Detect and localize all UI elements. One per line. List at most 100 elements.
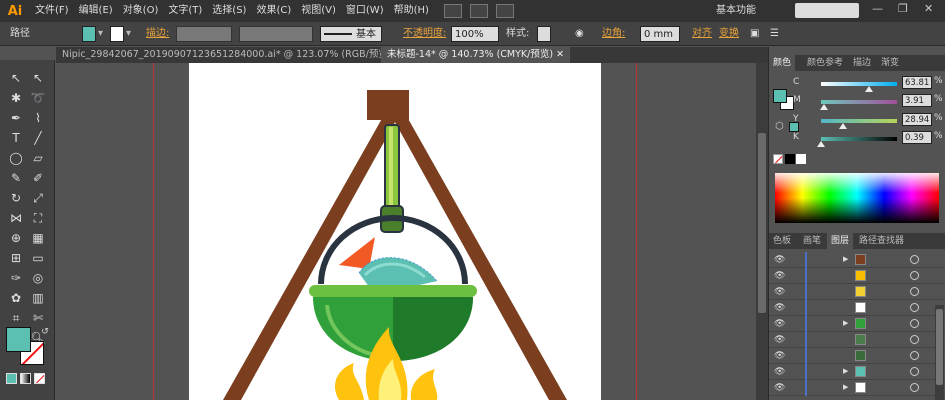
layer-row[interactable]: 👁︎ bbox=[769, 332, 945, 348]
ellipse-tool-icon[interactable]: ◯ bbox=[5, 148, 27, 168]
panel-fill-swatch[interactable] bbox=[773, 89, 787, 103]
eyedropper-icon[interactable]: ✑ bbox=[5, 268, 27, 288]
yellow-value-field[interactable]: 28.94 bbox=[902, 113, 932, 126]
target-icon[interactable] bbox=[910, 303, 919, 312]
tab-layers[interactable]: 图层 bbox=[827, 233, 854, 249]
brush-profile-dropdown[interactable]: 基本 bbox=[320, 26, 382, 42]
tab-color[interactable]: 颜色 bbox=[769, 55, 796, 71]
visibility-icon[interactable]: 👁︎ bbox=[774, 351, 785, 361]
layer-row[interactable]: 👁︎ ▶ bbox=[769, 316, 945, 332]
menu-help[interactable]: 帮助(H) bbox=[389, 0, 434, 22]
layer-row[interactable]: 👁︎ bbox=[769, 284, 945, 300]
opacity-field[interactable]: 100% bbox=[451, 26, 499, 42]
target-icon[interactable] bbox=[910, 383, 919, 392]
black-value-field[interactable]: 0.39 bbox=[902, 131, 932, 144]
target-icon[interactable] bbox=[910, 367, 919, 376]
type-tool-icon[interactable]: T bbox=[5, 128, 27, 148]
brush-icon[interactable] bbox=[495, 4, 514, 18]
magic-wand-icon[interactable]: ✱ bbox=[5, 88, 27, 108]
expand-icon[interactable]: ▶ bbox=[843, 367, 848, 375]
direct-selection-tool-icon[interactable]: ↖ bbox=[27, 68, 49, 88]
visibility-icon[interactable]: 👁︎ bbox=[774, 335, 785, 345]
bridge-icon[interactable] bbox=[443, 4, 462, 18]
align-link[interactable]: 对齐 bbox=[692, 26, 712, 42]
visibility-icon[interactable]: 👁︎ bbox=[774, 367, 785, 377]
layer-row[interactable]: 👁︎ ▶ bbox=[769, 252, 945, 268]
panel-menu-icon[interactable]: ☰ bbox=[770, 26, 779, 42]
eraser-icon[interactable]: ▱ bbox=[27, 148, 49, 168]
stroke-swatch[interactable] bbox=[110, 26, 124, 42]
magenta-value-field[interactable]: 3.91 bbox=[902, 94, 932, 107]
slider-handle[interactable] bbox=[817, 141, 826, 147]
variable-width-field[interactable] bbox=[239, 26, 313, 42]
fill-swatch[interactable] bbox=[82, 26, 96, 42]
menu-type[interactable]: 文字(T) bbox=[163, 0, 207, 22]
stroke-dropdown-icon[interactable]: ▾ bbox=[126, 26, 131, 42]
layer-row[interactable]: 👁︎ bbox=[769, 348, 945, 364]
visibility-icon[interactable]: 👁︎ bbox=[774, 255, 785, 265]
slider-yellow[interactable]: Y 28.94 % bbox=[769, 112, 945, 130]
layer-row[interactable]: 👁︎ bbox=[769, 268, 945, 284]
tab-document-1[interactable]: Nipic_29842067_20190907123651284000.ai* … bbox=[56, 47, 409, 63]
none-swatch[interactable] bbox=[773, 154, 783, 164]
illustration[interactable] bbox=[189, 63, 601, 400]
slider-handle[interactable] bbox=[819, 104, 828, 110]
menu-file[interactable]: 文件(F) bbox=[30, 0, 74, 22]
line-tool-icon[interactable]: ╱ bbox=[27, 128, 49, 148]
minimize-icon[interactable]: — bbox=[872, 2, 883, 15]
slider-handle[interactable] bbox=[865, 86, 874, 92]
gradient-tool-icon[interactable]: ▭ bbox=[27, 248, 49, 268]
tab-swatches[interactable]: 色板 bbox=[769, 233, 795, 249]
target-icon[interactable] bbox=[910, 271, 919, 280]
target-icon[interactable] bbox=[910, 287, 919, 296]
artboard-tool-icon[interactable]: ⌗ bbox=[5, 308, 27, 328]
menu-window[interactable]: 窗口(W) bbox=[341, 0, 389, 22]
menu-select[interactable]: 选择(S) bbox=[207, 0, 251, 22]
expand-icon[interactable]: ▶ bbox=[843, 319, 848, 327]
visibility-icon[interactable]: 👁︎ bbox=[774, 319, 785, 329]
target-icon[interactable] bbox=[910, 351, 919, 360]
tab-document-2[interactable]: 未标题-14* @ 140.73% (CMYK/预览) ✕ bbox=[381, 47, 571, 63]
perspective-grid-icon[interactable]: ▦ bbox=[27, 228, 49, 248]
menu-view[interactable]: 视图(V) bbox=[296, 0, 341, 22]
tab-color-guide[interactable]: 颜色参考 bbox=[803, 55, 847, 71]
rotate-tool-icon[interactable]: ↻ bbox=[5, 188, 27, 208]
shape-builder-icon[interactable]: ⊕ bbox=[5, 228, 27, 248]
opacity-link[interactable]: 不透明度: bbox=[403, 26, 446, 42]
white-swatch[interactable] bbox=[796, 154, 806, 164]
none-mode-icon[interactable] bbox=[34, 373, 45, 384]
slider-handle[interactable] bbox=[838, 123, 847, 129]
visibility-icon[interactable]: 👁︎ bbox=[774, 287, 785, 297]
canvas-scrollbar[interactable] bbox=[756, 63, 768, 400]
graph-tool-icon[interactable]: ▥ bbox=[27, 288, 49, 308]
arrange-documents-icon[interactable] bbox=[469, 4, 488, 18]
isolate-icon[interactable]: ▣ bbox=[750, 26, 759, 42]
transform-link[interactable]: 变换 bbox=[719, 26, 739, 42]
target-icon[interactable] bbox=[910, 255, 919, 264]
slider-cyan[interactable]: C 63.81 % bbox=[769, 75, 945, 93]
layers-scroll-thumb[interactable] bbox=[936, 309, 943, 385]
search-input[interactable] bbox=[795, 3, 859, 18]
workspace-switcher[interactable]: 基本功能 bbox=[716, 3, 756, 19]
visibility-icon[interactable]: 👁︎ bbox=[774, 303, 785, 313]
visibility-icon[interactable]: 👁︎ bbox=[774, 271, 785, 281]
target-icon[interactable] bbox=[910, 335, 919, 344]
selection-tool-icon[interactable]: ↖ bbox=[5, 68, 27, 88]
blend-tool-icon[interactable]: ◎ bbox=[27, 268, 49, 288]
gradient-mode-icon[interactable] bbox=[20, 373, 31, 384]
tab-gradient[interactable]: 渐变 bbox=[877, 55, 903, 71]
style-swatch[interactable] bbox=[537, 26, 551, 42]
stroke-link[interactable]: 描边: bbox=[146, 26, 169, 42]
blob-brush-icon[interactable]: ✐ bbox=[27, 168, 49, 188]
width-tool-icon[interactable]: ⋈ bbox=[5, 208, 27, 228]
pen-tool-icon[interactable]: ✒ bbox=[5, 108, 27, 128]
expand-icon[interactable]: ▶ bbox=[843, 255, 848, 263]
fill-color-swatch[interactable] bbox=[6, 327, 31, 352]
tab-brushes[interactable]: 画笔 bbox=[799, 233, 825, 249]
corner-field[interactable]: 0 mm bbox=[640, 26, 680, 42]
scroll-thumb[interactable] bbox=[758, 133, 766, 313]
recolor-icon[interactable]: ◉ bbox=[575, 26, 584, 42]
slider-magenta[interactable]: M 3.91 % bbox=[769, 93, 945, 111]
layer-row[interactable]: 👁︎ bbox=[769, 300, 945, 316]
stroke-weight-field[interactable] bbox=[176, 26, 232, 42]
